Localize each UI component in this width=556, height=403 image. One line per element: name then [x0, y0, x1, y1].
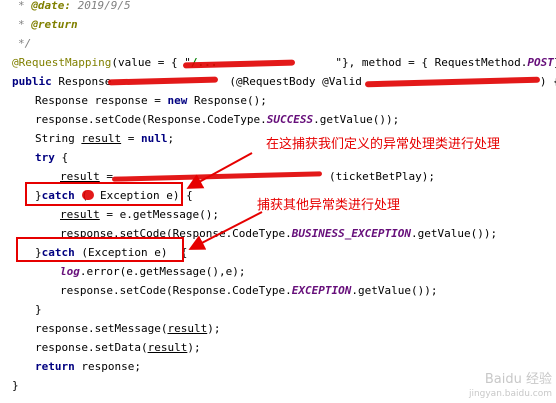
arrow-to-custom-catch: [186, 152, 253, 189]
watermark-brand: Baidu 经验: [484, 372, 552, 387]
arrow-to-generic-catch: [188, 211, 263, 250]
note-other-exception: 捕获其他异常类进行处理: [257, 198, 401, 213]
note-custom-exception: 在这捕获我们定义的异常处理类进行处理: [266, 137, 501, 152]
watermark-site: jingyan.baidu.com: [468, 389, 552, 399]
baidu-watermark: Baidu 经验 jingyan.baidu.com: [469, 373, 552, 401]
